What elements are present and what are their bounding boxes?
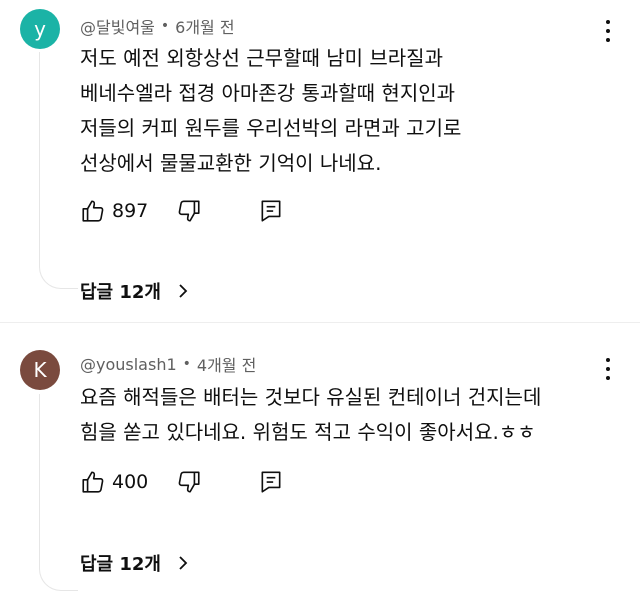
avatar[interactable]: K	[20, 350, 60, 390]
like-count: 897	[112, 200, 149, 222]
thumb-up-icon[interactable]	[80, 469, 106, 495]
comment-line: 선상에서 물물교환한 기억이 나네요.	[80, 151, 382, 175]
comment-text: 저도 예전 외항상선 근무할때 남미 브라질과 베네수엘라 접경 아마존강 통과…	[80, 41, 620, 181]
separator-dot: •	[160, 18, 170, 34]
comment-header: @youslash1 • 4개월 전	[80, 352, 256, 376]
comment-time[interactable]: 4개월 전	[197, 352, 256, 376]
thumb-up-icon[interactable]	[80, 198, 106, 224]
comment-line: 저들의 커피 원두를 우리선박의 라면과 고기로	[80, 116, 462, 140]
comment-line: 저도 예전 외항상선 근무할때 남미 브라질과	[80, 46, 443, 70]
comment-line: 베네수엘라 접경 아마존강 통과할때 현지인과	[80, 81, 456, 105]
thumb-down-icon[interactable]	[176, 469, 202, 495]
thread-line	[39, 52, 40, 260]
separator-dot: •	[182, 356, 191, 372]
thumb-down-icon[interactable]	[176, 198, 202, 224]
comment-actions: 400	[80, 468, 284, 496]
thread-connector	[39, 258, 78, 289]
author-name[interactable]: @달빛여울	[80, 14, 155, 38]
comment-line: 요즘 해적들은 배터는 것보다 유실된 컨테이너 건지는데	[80, 385, 542, 409]
thread-line	[39, 394, 40, 562]
comment-icon[interactable]	[258, 198, 284, 224]
view-replies-button[interactable]: 답글 12개	[80, 278, 189, 304]
comment-line: 힘을 쏟고 있다네요. 위험도 적고 수익이 좋아서요.ㅎㅎ	[80, 420, 536, 444]
comment-actions: 897	[80, 197, 284, 225]
replies-label: 답글 12개	[80, 554, 161, 575]
more-vertical-icon	[606, 20, 610, 24]
comment: y @달빛여울 • 6개월 전 저도 예전 외항상선 근무할때 남미 브라질과 …	[0, 0, 640, 320]
like-count: 400	[112, 471, 149, 493]
avatar[interactable]: y	[20, 9, 60, 49]
comment-header: @달빛여울 • 6개월 전	[80, 14, 235, 38]
comment-time[interactable]: 6개월 전	[175, 14, 234, 38]
more-options-button[interactable]	[606, 358, 610, 380]
chevron-right-icon	[177, 555, 189, 571]
more-options-button[interactable]	[606, 20, 610, 42]
divider	[0, 322, 640, 323]
view-replies-button[interactable]: 답글 12개	[80, 550, 189, 576]
more-vertical-icon	[606, 358, 610, 362]
author-name[interactable]: @youslash1	[80, 355, 177, 374]
thread-connector	[39, 560, 78, 591]
replies-label: 답글 12개	[80, 282, 161, 303]
comment: K @youslash1 • 4개월 전 요즘 해적들은 배터는 것보다 유실된…	[0, 330, 640, 608]
chevron-right-icon	[177, 283, 189, 299]
comment-text: 요즘 해적들은 배터는 것보다 유실된 컨테이너 건지는데 힘을 쏟고 있다네요…	[80, 380, 620, 450]
comment-icon[interactable]	[258, 469, 284, 495]
